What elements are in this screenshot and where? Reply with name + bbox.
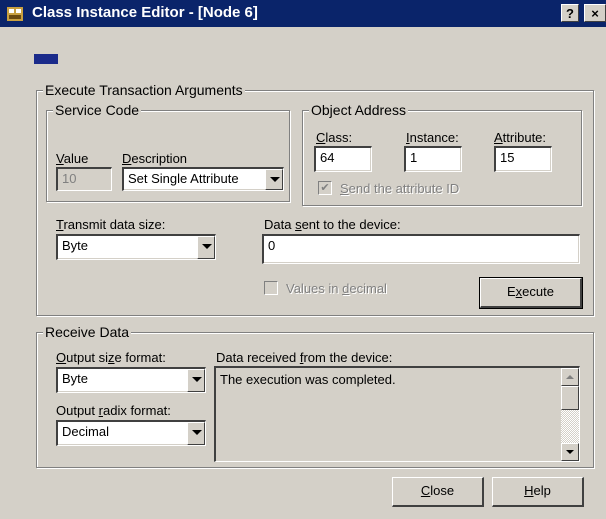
chevron-down-icon[interactable] bbox=[187, 422, 205, 445]
description-label: Description bbox=[122, 151, 188, 166]
execute-group-title: Execute Transaction Arguments bbox=[43, 82, 245, 98]
instance-label: Instance: bbox=[406, 130, 459, 145]
scroll-up-icon[interactable] bbox=[561, 368, 579, 386]
chevron-down-icon[interactable] bbox=[187, 369, 205, 392]
value-label: Value bbox=[56, 151, 89, 166]
class-input[interactable]: 64 bbox=[314, 146, 372, 172]
value-field: 10 bbox=[56, 167, 112, 191]
data-sent-label: Data sent to the device: bbox=[264, 217, 401, 232]
instance-input[interactable]: 1 bbox=[404, 146, 462, 172]
output-size-value: Byte bbox=[62, 371, 89, 386]
scroll-down-icon[interactable] bbox=[561, 443, 579, 461]
attribute-label: Attribute: bbox=[494, 130, 547, 145]
close-title-button[interactable]: × bbox=[584, 4, 606, 22]
execute-button[interactable]: Execute bbox=[479, 277, 583, 309]
data-sent-input[interactable]: 0 bbox=[262, 234, 580, 264]
title-bar[interactable]: Class Instance Editor - [Node 6] ? × bbox=[0, 0, 606, 27]
transmit-size-value: Byte bbox=[62, 238, 89, 253]
attribute-input[interactable]: 15 bbox=[494, 146, 552, 172]
class-label: Class: bbox=[316, 130, 353, 145]
data-received-scrollbar[interactable] bbox=[561, 368, 579, 461]
data-received-memo[interactable]: The execution was completed. bbox=[214, 366, 580, 462]
output-radix-value: Decimal bbox=[62, 424, 109, 439]
help-title-button[interactable]: ? bbox=[561, 4, 579, 22]
data-received-label: Data received from the device: bbox=[216, 350, 393, 365]
close-button[interactable]: Close bbox=[392, 477, 484, 507]
object-address-title: Object Address bbox=[309, 102, 408, 118]
receive-group-title: Receive Data bbox=[43, 324, 132, 340]
output-radix-label: Output radix format: bbox=[56, 403, 171, 418]
description-select-value: Set Single Attribute bbox=[128, 171, 239, 186]
service-code-title: Service Code bbox=[53, 102, 142, 118]
chevron-down-icon[interactable] bbox=[197, 236, 215, 259]
transmit-size-label: Transmit data size: bbox=[56, 217, 166, 232]
data-received-text: The execution was completed. bbox=[220, 372, 396, 387]
description-select[interactable]: Set Single Attribute bbox=[122, 167, 284, 191]
scroll-thumb[interactable] bbox=[561, 386, 579, 410]
values-decimal-label: Values in decimal bbox=[286, 281, 387, 296]
chevron-down-icon[interactable] bbox=[265, 169, 283, 190]
transmit-size-select[interactable]: Byte bbox=[56, 234, 216, 260]
values-decimal-checkbox[interactable] bbox=[264, 281, 278, 295]
window-title: Class Instance Editor - [Node 6] bbox=[32, 4, 258, 21]
send-attribute-checkbox[interactable]: ✔ bbox=[318, 181, 332, 195]
send-attribute-label: Send the attribute ID bbox=[340, 181, 460, 196]
output-size-label: Output size format: bbox=[56, 350, 166, 365]
output-size-select[interactable]: Byte bbox=[56, 367, 206, 393]
app-icon bbox=[7, 7, 23, 21]
help-button[interactable]: Help bbox=[492, 477, 584, 507]
node-icon bbox=[34, 54, 58, 64]
output-radix-select[interactable]: Decimal bbox=[56, 420, 206, 446]
class-instance-editor-window: Class Instance Editor - [Node 6] ? × Exe… bbox=[0, 0, 606, 519]
